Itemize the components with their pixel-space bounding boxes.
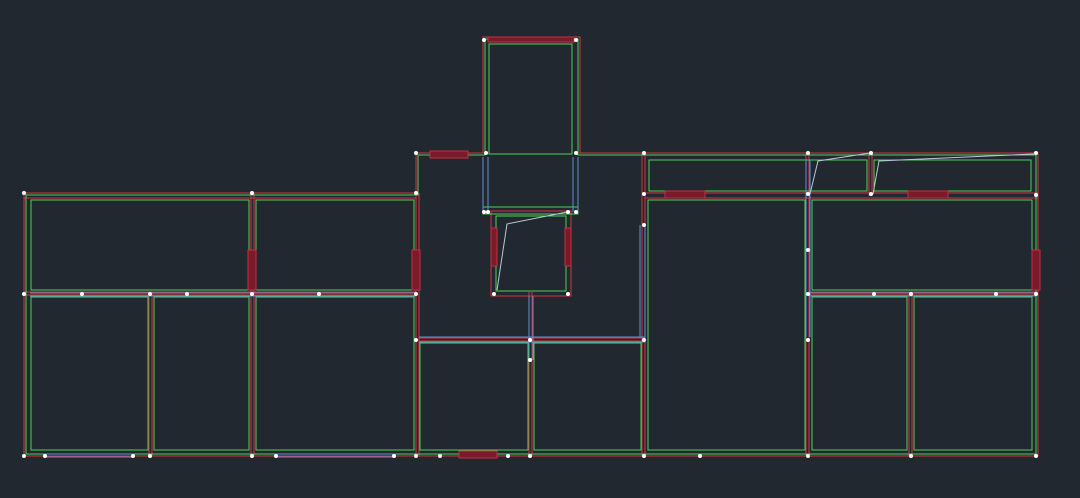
cad-floor-plan-canvas[interactable] bbox=[0, 0, 1080, 498]
vertex-grip bbox=[317, 292, 321, 296]
vertex-grip bbox=[642, 223, 646, 227]
vertex-grip bbox=[574, 38, 578, 42]
vertex-grip bbox=[872, 292, 876, 296]
room-boundary bbox=[649, 160, 867, 191]
window-opening bbox=[565, 228, 571, 266]
vertex-grip bbox=[22, 191, 26, 195]
vertex-grips bbox=[22, 38, 1038, 458]
room-boundary bbox=[914, 297, 1032, 450]
room-boundary bbox=[420, 343, 528, 450]
vertex-grip bbox=[869, 151, 873, 155]
vertex-grip bbox=[806, 192, 810, 196]
room-boundary bbox=[489, 44, 572, 154]
window-opening bbox=[908, 191, 948, 198]
vertex-grip bbox=[131, 454, 135, 458]
vertex-grip bbox=[482, 38, 486, 42]
vertex-grip bbox=[574, 210, 578, 214]
room-boundary bbox=[256, 297, 414, 450]
vertex-grip bbox=[1034, 151, 1038, 155]
window-opening bbox=[430, 151, 468, 158]
window-opening bbox=[1032, 250, 1040, 290]
vertex-grip bbox=[566, 292, 570, 296]
vertex-grip bbox=[250, 191, 254, 195]
vertex-grip bbox=[482, 210, 486, 214]
vertex-grip bbox=[566, 210, 570, 214]
vertex-grip bbox=[492, 292, 496, 296]
vertex-grip bbox=[528, 358, 532, 362]
window-opening bbox=[491, 228, 497, 266]
vertex-grip bbox=[506, 454, 510, 458]
vertex-grip bbox=[698, 454, 702, 458]
outer-wall-outline-inner bbox=[26, 39, 1036, 454]
vertex-grip bbox=[486, 210, 490, 214]
vertex-grip bbox=[274, 454, 278, 458]
vertex-grip bbox=[528, 454, 532, 458]
vertex-grip bbox=[250, 292, 254, 296]
beam-lines bbox=[30, 157, 1036, 457]
vertex-grip bbox=[806, 292, 810, 296]
vertex-grip bbox=[392, 454, 396, 458]
vertex-grip bbox=[250, 454, 254, 458]
vertex-grip bbox=[414, 292, 418, 296]
window-openings bbox=[248, 37, 1040, 458]
vertex-grip bbox=[22, 454, 26, 458]
vertex-grip bbox=[484, 151, 488, 155]
vertex-grip bbox=[1034, 193, 1038, 197]
room-boundary bbox=[154, 297, 249, 450]
vertex-grip bbox=[869, 192, 873, 196]
stair-line bbox=[810, 153, 870, 194]
room-boundary bbox=[31, 297, 148, 450]
vertex-grip bbox=[414, 338, 418, 342]
vertex-grip bbox=[22, 292, 26, 296]
vertex-grip bbox=[148, 454, 152, 458]
vertex-grip bbox=[414, 454, 418, 458]
outer-wall-outline bbox=[24, 37, 1038, 456]
room-boundary bbox=[648, 200, 805, 450]
vertex-grip bbox=[642, 338, 646, 342]
vertex-grip bbox=[642, 192, 646, 196]
vertex-grip bbox=[574, 151, 578, 155]
wall-inner-lines bbox=[26, 39, 1036, 454]
vertex-grip bbox=[642, 454, 646, 458]
window-opening bbox=[488, 37, 574, 42]
window-opening bbox=[459, 451, 497, 458]
vertex-grip bbox=[994, 292, 998, 296]
window-opening bbox=[412, 250, 420, 290]
vertex-grip bbox=[438, 454, 442, 458]
room-boundary bbox=[812, 200, 1032, 290]
vertex-grip bbox=[43, 454, 47, 458]
room-boundary bbox=[534, 343, 641, 450]
vertex-grip bbox=[148, 292, 152, 296]
room-boundary bbox=[256, 200, 414, 290]
vertex-grip bbox=[806, 151, 810, 155]
vertex-grip bbox=[806, 454, 810, 458]
vertex-grip bbox=[806, 338, 810, 342]
vertex-grip bbox=[806, 248, 810, 252]
vertex-grip bbox=[414, 191, 418, 195]
stair-line bbox=[497, 212, 567, 290]
vertex-grip bbox=[185, 292, 189, 296]
room-boundary bbox=[31, 200, 249, 290]
vertex-grip bbox=[528, 338, 532, 342]
window-opening bbox=[248, 250, 256, 290]
room-boundary bbox=[874, 160, 1031, 191]
wall-outer-lines bbox=[24, 37, 1038, 456]
vertex-grip bbox=[80, 292, 84, 296]
vertex-grip bbox=[1034, 292, 1038, 296]
vertex-grip bbox=[414, 151, 418, 155]
window-opening bbox=[665, 191, 705, 198]
vertex-grip bbox=[909, 292, 913, 296]
vertex-grip bbox=[642, 151, 646, 155]
vertex-grip bbox=[909, 454, 913, 458]
room-boundary bbox=[812, 297, 907, 450]
vertex-grip bbox=[1034, 454, 1038, 458]
